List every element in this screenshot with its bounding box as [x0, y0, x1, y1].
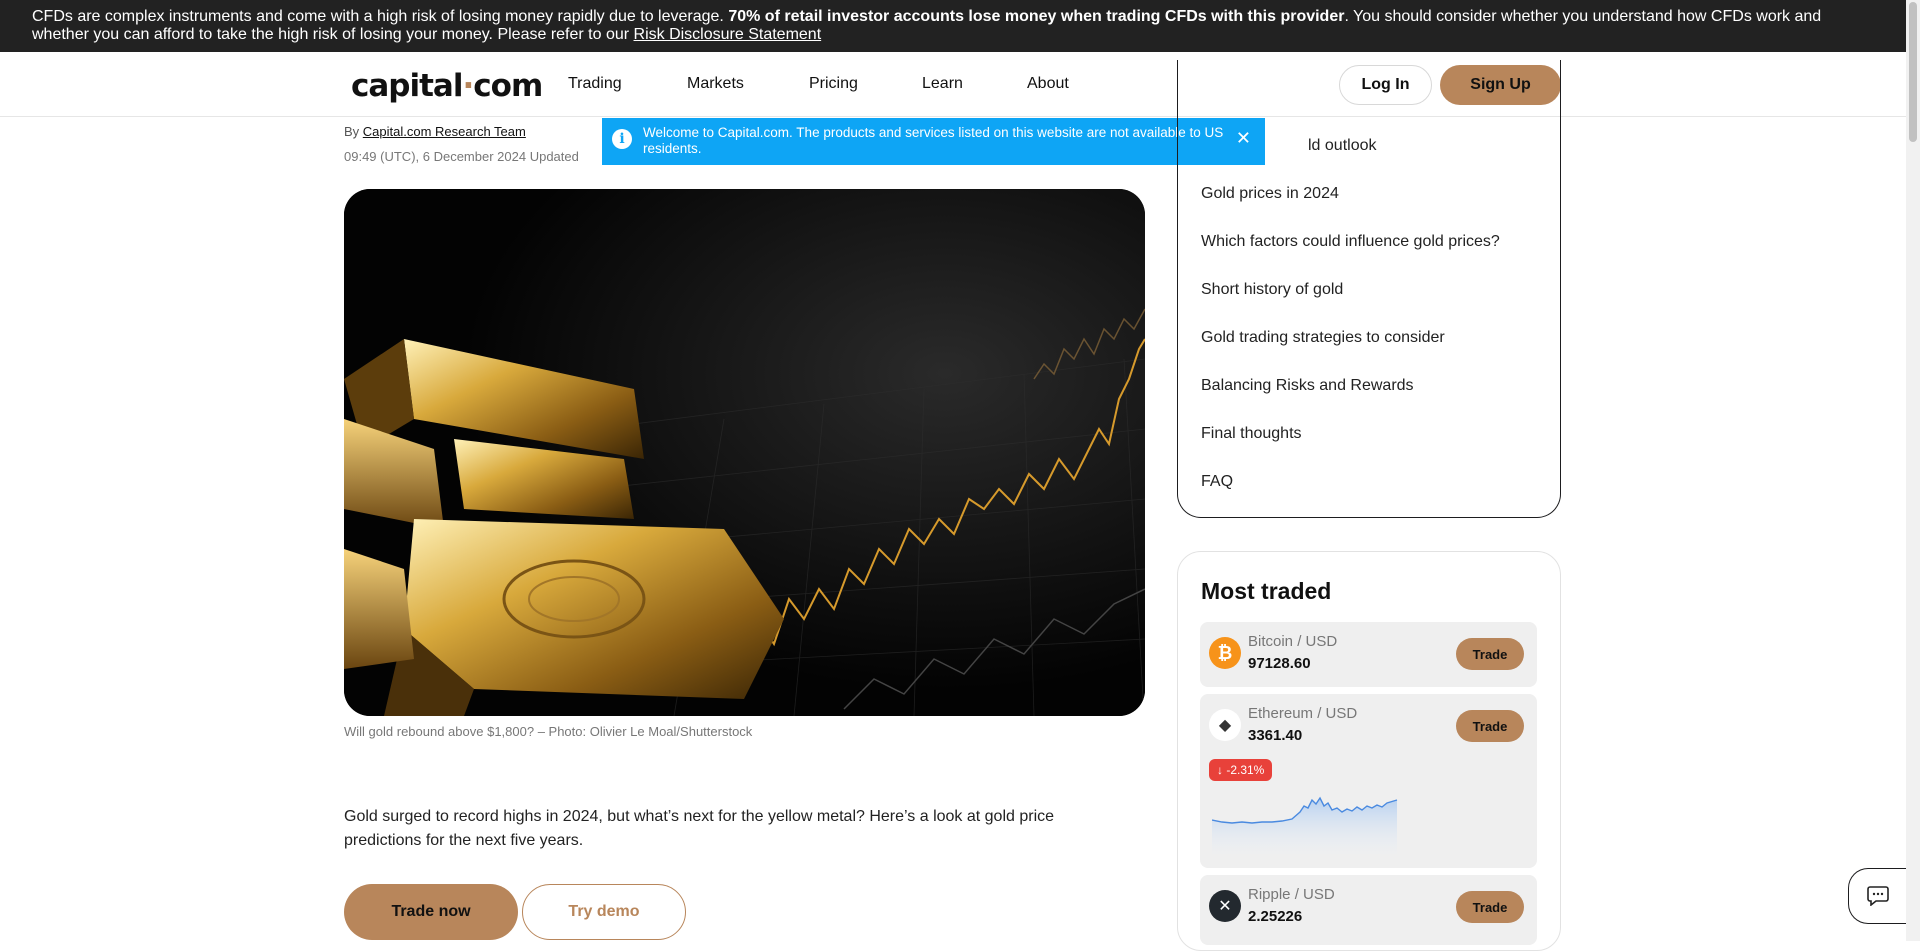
author-link[interactable]: Capital.com Research Team [363, 124, 526, 139]
toc-item-outlook[interactable]: ld outlook [1308, 137, 1377, 155]
ripple-icon: ✕ [1209, 890, 1241, 922]
notice-text: Welcome to Capital.com. The products and… [643, 125, 1224, 156]
nav-about[interactable]: About [1027, 75, 1069, 93]
market-card-bitcoin[interactable]: ₿ Bitcoin / USD 97128.60 Trade [1200, 622, 1537, 687]
trade-button[interactable]: Trade [1456, 638, 1524, 670]
page-scrollbar[interactable] [1906, 0, 1920, 941]
market-card-ethereum[interactable]: ◆ Ethereum / USD 3361.40 Trade ↓ -2.31% [1200, 694, 1537, 868]
logo[interactable]: capital·com [351, 68, 543, 104]
us-residents-notice: i Welcome to Capital.com. The products a… [602, 118, 1265, 165]
nav-markets[interactable]: Markets [687, 75, 809, 93]
risk-disclosure-link[interactable]: Risk Disclosure Statement [634, 26, 822, 43]
market-name: Ethereum / USD [1248, 705, 1358, 722]
toc-item-risks[interactable]: Balancing Risks and Rewards [1201, 377, 1414, 395]
trade-now-button[interactable]: Trade now [344, 884, 518, 940]
nav-pricing[interactable]: Pricing [809, 75, 922, 93]
toc-item-factors[interactable]: Which factors could influence gold price… [1201, 233, 1500, 251]
gold-bars-chart-illustration [344, 189, 1145, 716]
nav-learn[interactable]: Learn [922, 75, 1027, 93]
market-name: Bitcoin / USD [1248, 633, 1338, 650]
chat-icon [1866, 886, 1889, 906]
nav-trading[interactable]: Trading [568, 75, 687, 93]
site-header: capital·com Trading Markets Pricing Lear… [0, 52, 1906, 117]
logo-text: capital [351, 68, 463, 104]
article-intro: Gold surged to record highs in 2024, but… [344, 808, 1055, 849]
risk-text: CFDs are complex instruments and come wi… [32, 8, 729, 25]
table-of-contents: ld outlook Gold prices in 2024 Which fac… [1177, 60, 1561, 518]
toc-item-final-thoughts[interactable]: Final thoughts [1201, 425, 1302, 443]
trade-button[interactable]: Trade [1456, 710, 1524, 742]
try-demo-button[interactable]: Try demo [522, 884, 686, 940]
info-icon: i [612, 129, 632, 149]
scrollbar-thumb[interactable] [1909, 2, 1917, 142]
market-card-ripple[interactable]: ✕ Ripple / USD 2.25226 Trade [1200, 875, 1537, 945]
logo-dot: · [462, 68, 474, 104]
hero-image [344, 189, 1145, 716]
market-price: 2.25226 [1248, 908, 1303, 925]
risk-bold-text: 70% of retail investor accounts lose mon… [728, 8, 1345, 25]
trade-button[interactable]: Trade [1456, 891, 1524, 923]
bitcoin-icon: ₿ [1209, 637, 1241, 669]
byline-prefix: By [344, 124, 363, 139]
logo-text-2: com [473, 68, 543, 104]
market-name: Ripple / USD [1248, 886, 1335, 903]
main-nav: Trading Markets Pricing Learn About [568, 75, 1069, 93]
toc-item-prices-2024[interactable]: Gold prices in 2024 [1201, 185, 1339, 203]
market-price: 97128.60 [1248, 655, 1311, 672]
toc-item-history[interactable]: Short history of gold [1201, 281, 1343, 299]
market-price: 3361.40 [1248, 727, 1303, 744]
sparkline-chart [1212, 796, 1398, 854]
change-badge: ↓ -2.31% [1209, 759, 1273, 781]
most-traded-widget: Most traded ₿ Bitcoin / USD 97128.60 Tra… [1177, 551, 1561, 951]
risk-warning-banner: CFDs are complex instruments and come wi… [0, 0, 1906, 52]
image-caption: Will gold rebound above $1,800? – Photo:… [344, 724, 753, 739]
toc-item-faq[interactable]: FAQ [1201, 473, 1233, 491]
byline: By Capital.com Research Team [344, 124, 526, 139]
article-date: 09:49 (UTC), 6 December 2024 Updated [344, 149, 579, 164]
chat-button[interactable] [1848, 868, 1906, 924]
most-traded-title: Most traded [1201, 578, 1332, 604]
toc-item-strategies[interactable]: Gold trading strategies to consider [1201, 329, 1445, 347]
ethereum-icon: ◆ [1209, 709, 1241, 741]
